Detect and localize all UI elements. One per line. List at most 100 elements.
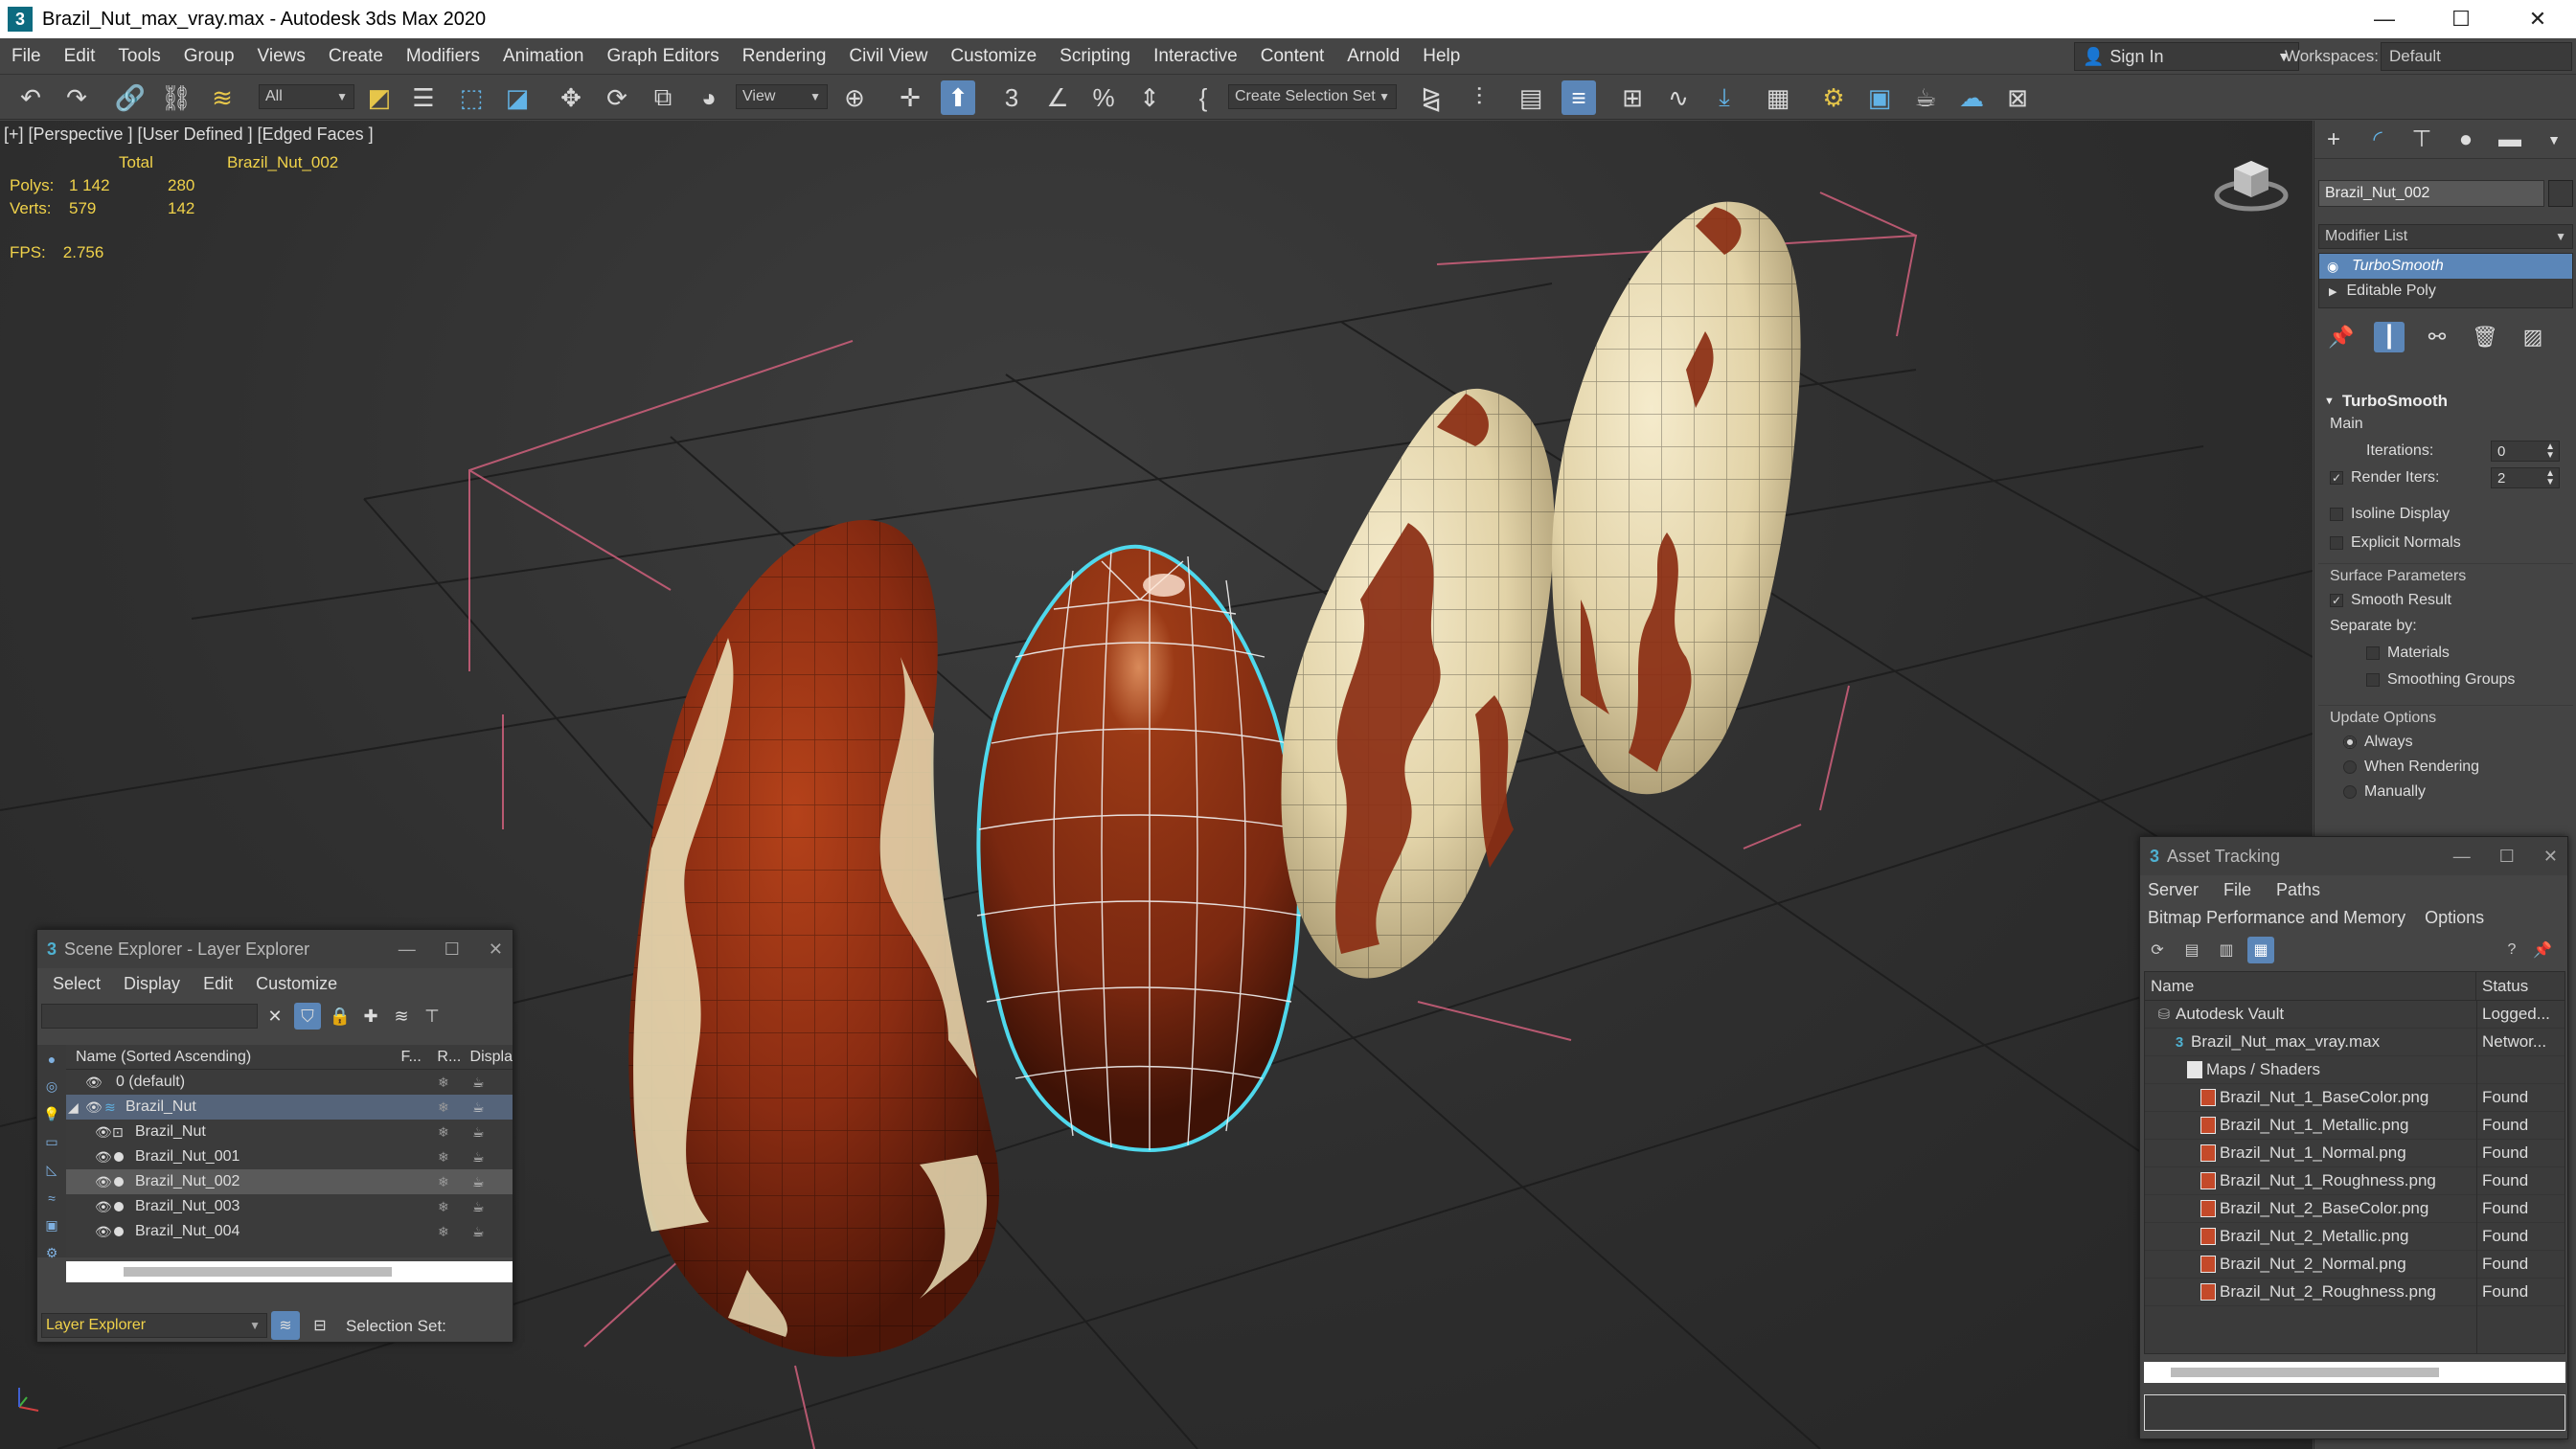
modify-tab-icon[interactable]: ◜ — [2362, 125, 2393, 155]
render-teapot-icon[interactable]: ☕ — [472, 1224, 485, 1240]
materials-checkbox[interactable] — [2366, 646, 2380, 660]
stack-item-turbosmooth[interactable]: ◉ TurboSmooth — [2319, 254, 2572, 279]
object-color-swatch[interactable] — [2548, 180, 2573, 207]
horizontal-scrollbar[interactable] — [2144, 1362, 2565, 1383]
search-input[interactable] — [41, 1004, 258, 1029]
column-name[interactable]: Name — [2145, 971, 2476, 1001]
sign-in-dropdown[interactable]: 👤 Sign In ▼ — [2074, 42, 2299, 71]
asset-row[interactable]: Maps / Shaders — [2145, 1056, 2565, 1084]
close-button[interactable]: ✕ — [489, 940, 503, 960]
horizontal-scrollbar[interactable] — [66, 1261, 513, 1282]
smooth-result-checkbox[interactable]: ✓ — [2330, 594, 2343, 607]
asset-menu-bitmap-performance-and-memory[interactable]: Bitmap Performance and Memory — [2148, 908, 2405, 928]
menu-scripting[interactable]: Scripting — [1048, 46, 1142, 67]
dope-sheet-icon[interactable]: ⤓ — [1707, 80, 1742, 115]
column-render[interactable]: R... — [437, 1049, 469, 1066]
selection-set-icon[interactable]: ⊟ — [306, 1311, 334, 1340]
freeze-icon[interactable]: ❄ — [438, 1075, 449, 1091]
smoothing-groups-checkbox[interactable] — [2366, 673, 2380, 687]
layers-icon[interactable]: ≋ — [388, 1003, 415, 1030]
maximize-button[interactable]: ☐ — [2423, 0, 2499, 38]
workspace-dropdown[interactable]: Default — [2381, 42, 2572, 71]
minimize-button[interactable]: — — [2346, 0, 2423, 38]
filter-lights-icon[interactable]: 💡 — [37, 1100, 66, 1128]
scene-explorer-menu-display[interactable]: Display — [124, 974, 180, 994]
menu-help[interactable]: Help — [1411, 46, 1471, 67]
brazil-nut-002-selected[interactable] — [976, 544, 1302, 1153]
create-selection-set-dropdown[interactable]: Create Selection Set ▼ — [1228, 84, 1397, 109]
close-button[interactable]: ✕ — [2499, 0, 2576, 38]
asset-row[interactable]: Brazil_Nut_1_Roughness.png Found — [2145, 1167, 2565, 1195]
menu-animation[interactable]: Animation — [491, 46, 596, 67]
render-teapot-icon[interactable]: ☕ — [472, 1199, 485, 1215]
lock-icon[interactable]: 🔒 — [327, 1003, 353, 1030]
eye-icon[interactable]: 👁 — [85, 1075, 103, 1091]
isoline-display-checkbox[interactable] — [2330, 508, 2343, 521]
modifier-list-dropdown[interactable]: Modifier List ▼ — [2318, 224, 2573, 249]
asset-menu-options[interactable]: Options — [2425, 908, 2484, 928]
minimize-button[interactable]: — — [2453, 847, 2471, 867]
eye-icon[interactable]: 👁 — [95, 1149, 112, 1166]
redo-icon[interactable]: ↷ — [59, 80, 94, 115]
scene-explorer-row[interactable]: 👁 Brazil_Nut_003 ❄ ☕ — [66, 1194, 513, 1219]
align-icon[interactable]: ⫶ — [1462, 80, 1496, 115]
scrollbar-thumb[interactable] — [124, 1267, 392, 1277]
make-unique-icon[interactable]: ⚯ — [2422, 322, 2452, 352]
asset-row[interactable]: Brazil_Nut_1_BaseColor.png Found — [2145, 1084, 2565, 1112]
asset-row[interactable]: Brazil_Nut_1_Metallic.png Found — [2145, 1112, 2565, 1140]
render-teapot-icon[interactable]: ☕ — [1908, 80, 1943, 115]
eye-icon[interactable]: 👁 — [95, 1124, 112, 1141]
brazil-nut-003-mesh[interactable] — [1281, 388, 1555, 979]
asset-row[interactable]: Brazil_Nut_1_Normal.png Found — [2145, 1140, 2565, 1167]
bind-space-warp-icon[interactable]: ≋ — [205, 80, 239, 115]
menu-arnold[interactable]: Arnold — [1335, 46, 1411, 67]
menu-group[interactable]: Group — [172, 46, 246, 67]
close-button[interactable]: ✕ — [2543, 847, 2558, 867]
asset-row[interactable]: ⛁ Autodesk Vault Logged... — [2145, 1001, 2565, 1029]
filter-icon[interactable]: ⛉ — [294, 1003, 321, 1030]
select-by-name-icon[interactable]: ☰ — [406, 80, 441, 115]
motion-tab-icon[interactable]: ● — [2451, 125, 2481, 155]
snap-3d-icon[interactable]: 3 — [994, 80, 1029, 115]
brazil-nut-mesh[interactable] — [628, 519, 1000, 1357]
maximize-button[interactable]: ☐ — [2499, 847, 2515, 867]
percent-snap-icon[interactable]: % — [1086, 80, 1121, 115]
render-teapot-icon[interactable]: ☕ — [472, 1174, 485, 1190]
menu-graph-editors[interactable]: Graph Editors — [596, 46, 731, 67]
hierarchy-tab-icon[interactable]: ⊤ — [2406, 125, 2437, 155]
pin-icon[interactable]: 📌 — [2529, 937, 2556, 963]
rect-selection-icon[interactable]: ⬚ — [454, 80, 489, 115]
eye-icon[interactable]: 👁 — [95, 1199, 112, 1215]
filter-cameras-icon[interactable]: ▭ — [37, 1128, 66, 1156]
asset-menu-file[interactable]: File — [2223, 880, 2251, 900]
refresh-icon[interactable]: ⟳ — [2144, 937, 2171, 963]
material-editor-icon[interactable]: ▦ — [1761, 80, 1795, 115]
asset-row[interactable]: Brazil_Nut_2_Normal.png Found — [2145, 1251, 2565, 1279]
column-name[interactable]: Name (Sorted Ascending) — [66, 1049, 400, 1066]
named-selection-icon[interactable]: { — [1186, 80, 1220, 115]
eye-icon[interactable]: 👁 — [95, 1174, 112, 1190]
link-icon[interactable]: 🔗 — [113, 80, 148, 115]
when-rendering-radio[interactable] — [2343, 760, 2357, 774]
pin-stack-icon[interactable]: 📌 — [2326, 322, 2357, 352]
asset-menu-paths[interactable]: Paths — [2276, 880, 2320, 900]
scale-icon[interactable]: ⧉ — [646, 80, 680, 115]
table-view-icon[interactable]: ▦ — [2247, 937, 2274, 963]
layer-explorer-icon[interactable]: ▤ — [1514, 80, 1548, 115]
selection-filter-dropdown[interactable]: All ▼ — [259, 84, 354, 109]
always-radio[interactable] — [2343, 736, 2357, 749]
unlink-icon[interactable]: ⛓ — [159, 80, 194, 115]
filter-shapes-icon[interactable]: ◎ — [37, 1073, 66, 1100]
place-icon[interactable]: ◕ — [692, 80, 726, 115]
rendered-frame-icon[interactable]: ▣ — [1862, 80, 1897, 115]
menu-views[interactable]: Views — [246, 46, 317, 67]
asset-row[interactable]: Brazil_Nut_2_BaseColor.png Found — [2145, 1195, 2565, 1223]
render-environment-icon[interactable]: ⊠ — [2000, 80, 2035, 115]
menu-content[interactable]: Content — [1249, 46, 1336, 67]
rotate-icon[interactable]: ⟳ — [600, 80, 634, 115]
configure-modifier-sets-icon[interactable]: ▨ — [2518, 322, 2548, 352]
render-teapot-icon[interactable]: ☕ — [472, 1075, 485, 1091]
layers-stack-icon[interactable]: ≋ — [271, 1311, 300, 1340]
asset-tracking-titlebar[interactable]: 3 Asset Tracking — ☐ ✕ — [2140, 837, 2567, 875]
help-icon[interactable]: ? — [2498, 937, 2525, 963]
